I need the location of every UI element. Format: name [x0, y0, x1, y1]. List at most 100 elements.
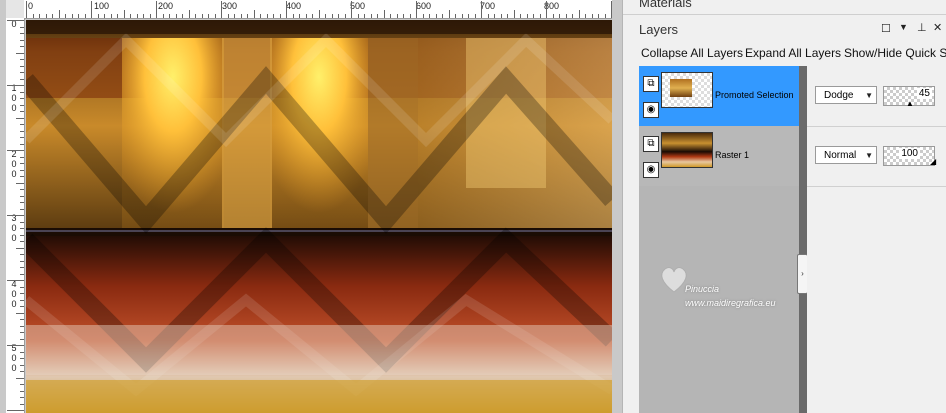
ruler-tick: [16, 312, 24, 314]
ruler-tick: [396, 14, 398, 18]
ruler-tick: [403, 14, 404, 18]
ruler-tick: [84, 14, 86, 18]
ruler-v-label-100c: 0: [11, 103, 17, 113]
ruler-tick: [279, 14, 281, 18]
layers-list[interactable]: ⧉ ◉ Promoted Selection ⧉ ◉ Raster 1: [639, 66, 799, 413]
ruler-tick: [559, 14, 560, 18]
document-image[interactable]: [26, 20, 612, 413]
ruler-v-label-500c: 0: [11, 363, 17, 373]
materials-panel-header[interactable]: Materials: [623, 0, 946, 15]
watermark-name: Pinuccia: [685, 284, 720, 294]
blend-mode-select[interactable]: Dodge ▼: [815, 86, 877, 104]
ruler-tick: [7, 85, 24, 86]
chevron-down-icon[interactable]: ▼: [899, 22, 908, 32]
blend-mode-select[interactable]: Normal ▼: [815, 146, 877, 164]
ruler-tick: [20, 332, 24, 333]
eye-icon[interactable]: ◉: [643, 102, 659, 118]
ruler-tick: [20, 234, 24, 236]
layer-stack-icon[interactable]: ⧉: [643, 76, 659, 92]
ruler-tick: [20, 364, 24, 366]
expand-all-layers-button[interactable]: Expand All Layers: [745, 46, 841, 60]
ruler-tick: [494, 14, 495, 18]
opacity-value: 100: [899, 148, 920, 159]
ruler-tick: [110, 14, 112, 18]
ruler-tick: [604, 14, 606, 18]
opacity-value: 45: [916, 88, 932, 99]
ruler-tick: [331, 14, 333, 18]
layer-name[interactable]: Raster 1: [715, 150, 749, 160]
ruler-tick: [20, 169, 24, 171]
ruler-tick: [552, 14, 554, 18]
ruler-tick: [416, 1, 417, 18]
ruler-tick: [20, 260, 24, 262]
collapse-all-layers-button[interactable]: Collapse All Layers: [641, 46, 743, 60]
ruler-tick: [20, 371, 24, 372]
pin-icon[interactable]: ⊥: [917, 21, 927, 34]
ruler-tick: [533, 14, 534, 18]
ruler-h-label-500: 500: [350, 1, 366, 11]
ruler-tick: [20, 397, 24, 398]
ruler-tick: [565, 14, 567, 18]
ruler-tick: [130, 14, 131, 18]
ruler-tick: [117, 14, 118, 18]
layer-props-row: Dodge ▼ 45 ▲: [807, 66, 946, 127]
show-hide-quick-settings-button[interactable]: Show/Hide Quick Se: [844, 46, 946, 60]
ruler-tick: [71, 14, 73, 18]
ruler-tick: [500, 14, 502, 18]
canvas-workspace[interactable]: 0 100 200 300 400 500 600 700 800 0 1 0 …: [0, 0, 622, 413]
ruler-tick: [65, 14, 66, 18]
ruler-tick: [20, 72, 24, 73]
ruler-tick: [16, 52, 24, 54]
eye-icon[interactable]: ◉: [643, 162, 659, 178]
ruler-tick: [16, 377, 24, 379]
layer-row-raster-1[interactable]: ⧉ ◉ Raster 1: [639, 126, 799, 186]
layers-scrollbar[interactable]: ›: [797, 66, 808, 413]
ruler-tick: [572, 14, 573, 18]
ruler-tick: [78, 14, 79, 18]
opacity-slider-marker-icon[interactable]: ◢: [930, 157, 936, 166]
ruler-tick: [20, 221, 24, 223]
ruler-tick: [20, 241, 24, 242]
ruler-tick: [20, 403, 24, 405]
ruler-tick: [20, 91, 24, 93]
ruler-tick: [299, 14, 300, 18]
horizontal-ruler[interactable]: 0 100 200 300 400 500 600 700 800: [24, 0, 612, 19]
ruler-tick: [20, 202, 24, 203]
ruler-h-label-200: 200: [158, 1, 174, 11]
ruler-tick: [20, 390, 24, 392]
ruler-tick: [357, 14, 359, 18]
ruler-tick: [20, 124, 24, 125]
ruler-tick: [20, 228, 24, 229]
close-icon[interactable]: ✕: [933, 21, 942, 34]
ruler-v-label-200a: 2: [11, 149, 17, 159]
ruler-tick: [45, 14, 47, 18]
layer-stack-icon[interactable]: ⧉: [643, 136, 659, 152]
ruler-v-label-500b: 0: [11, 353, 17, 363]
layer-thumbnail: [661, 72, 713, 108]
opacity-field[interactable]: 45 ▲: [883, 86, 935, 108]
layer-name[interactable]: Promoted Selection: [715, 90, 794, 100]
opacity-field[interactable]: 100 ◢: [883, 146, 936, 166]
ruler-tick: [182, 14, 183, 18]
layer-row-promoted-selection[interactable]: ⧉ ◉ Promoted Selection: [639, 66, 799, 126]
ruler-tick: [344, 14, 346, 18]
ruler-tick: [143, 14, 144, 18]
ruler-tick: [169, 14, 170, 18]
ruler-tick: [247, 14, 248, 18]
ruler-tick: [7, 345, 24, 346]
ruler-tick: [20, 358, 24, 359]
ruler-tick: [20, 33, 24, 34]
ruler-v-label-100b: 0: [11, 93, 17, 103]
ruler-tick: [390, 14, 391, 18]
opacity-slider-marker-icon[interactable]: ▲: [906, 99, 914, 108]
ruler-h-label-400: 400: [286, 1, 302, 11]
ruler-tick: [20, 299, 24, 301]
ruler-tick: [611, 1, 612, 18]
ruler-tick: [305, 14, 307, 18]
layers-panel-header[interactable]: Layers ☐ ▼ ⊥ ✕: [623, 18, 946, 42]
ruler-tick: [214, 14, 216, 18]
square-icon[interactable]: ☐: [881, 22, 891, 35]
ruler-tick: [20, 137, 24, 138]
vertical-ruler[interactable]: 0 1 0 0 2 0 0 3 0 0 4 0 0 5 0 0: [6, 18, 25, 413]
layers-title: Layers: [639, 22, 679, 37]
